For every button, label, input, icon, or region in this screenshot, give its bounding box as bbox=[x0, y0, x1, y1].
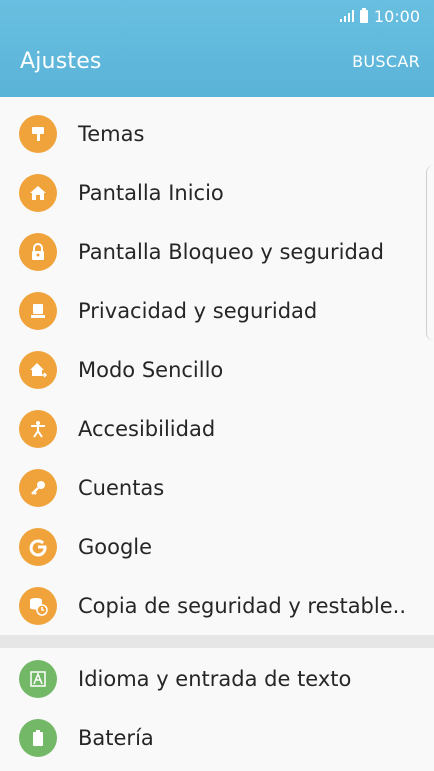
accessibility-icon bbox=[19, 409, 57, 448]
settings-item-label: Modo Sencillo bbox=[78, 357, 224, 382]
settings-list-main: Temas Pantalla Inicio Pantalla Bloqueo y… bbox=[0, 97, 434, 635]
settings-item-idioma[interactable]: Idioma y entrada de texto bbox=[0, 649, 434, 708]
settings-item-label: Idioma y entrada de texto bbox=[78, 666, 352, 691]
home-icon bbox=[19, 173, 57, 212]
lock-icon bbox=[19, 232, 57, 271]
backup-icon bbox=[19, 586, 57, 625]
settings-screen: 10:00 Ajustes BUSCAR Temas Pantalla Inic… bbox=[0, 0, 434, 771]
settings-item-google[interactable]: Google bbox=[0, 517, 434, 576]
settings-item-bateria[interactable]: Batería bbox=[0, 708, 434, 767]
signal-icon bbox=[339, 10, 354, 22]
settings-item-copia-seguridad[interactable]: Copia de seguridad y restable.. bbox=[0, 576, 434, 635]
settings-item-pantalla-bloqueo[interactable]: Pantalla Bloqueo y seguridad bbox=[0, 222, 434, 281]
section-divider bbox=[0, 635, 434, 648]
privacy-icon bbox=[19, 291, 57, 330]
language-icon bbox=[19, 659, 57, 698]
settings-item-label: Accesibilidad bbox=[78, 416, 216, 441]
app-header: 10:00 Ajustes BUSCAR bbox=[0, 0, 434, 97]
google-icon bbox=[19, 527, 57, 566]
settings-item-pantalla-inicio[interactable]: Pantalla Inicio bbox=[0, 163, 434, 222]
settings-item-label: Pantalla Bloqueo y seguridad bbox=[78, 239, 384, 264]
status-time: 10:00 bbox=[373, 6, 420, 26]
status-bar: 10:00 bbox=[0, 0, 434, 32]
search-button[interactable]: BUSCAR bbox=[352, 52, 420, 71]
settings-item-label: Copia de seguridad y restable.. bbox=[78, 593, 406, 618]
settings-item-privacidad[interactable]: Privacidad y seguridad bbox=[0, 281, 434, 340]
settings-item-label: Privacidad y seguridad bbox=[78, 298, 318, 323]
scroll-indicator[interactable] bbox=[426, 165, 434, 341]
easy-mode-icon bbox=[19, 350, 57, 389]
settings-item-cuentas[interactable]: Cuentas bbox=[0, 458, 434, 517]
settings-item-label: Cuentas bbox=[78, 475, 165, 500]
key-icon bbox=[19, 468, 57, 507]
settings-item-label: Pantalla Inicio bbox=[78, 180, 224, 205]
battery-icon bbox=[19, 718, 57, 757]
settings-list-secondary: Idioma y entrada de texto Batería bbox=[0, 648, 434, 771]
settings-item-temas[interactable]: Temas bbox=[0, 104, 434, 163]
settings-item-label: Temas bbox=[78, 121, 145, 146]
page-title: Ajustes bbox=[20, 49, 102, 74]
settings-item-accesibilidad[interactable]: Accesibilidad bbox=[0, 399, 434, 458]
settings-item-label: Batería bbox=[78, 725, 154, 750]
settings-item-label: Google bbox=[78, 534, 153, 559]
settings-item-modo-sencillo[interactable]: Modo Sencillo bbox=[0, 340, 434, 399]
battery-status-icon bbox=[359, 7, 368, 23]
paint-roller-icon bbox=[19, 114, 57, 153]
